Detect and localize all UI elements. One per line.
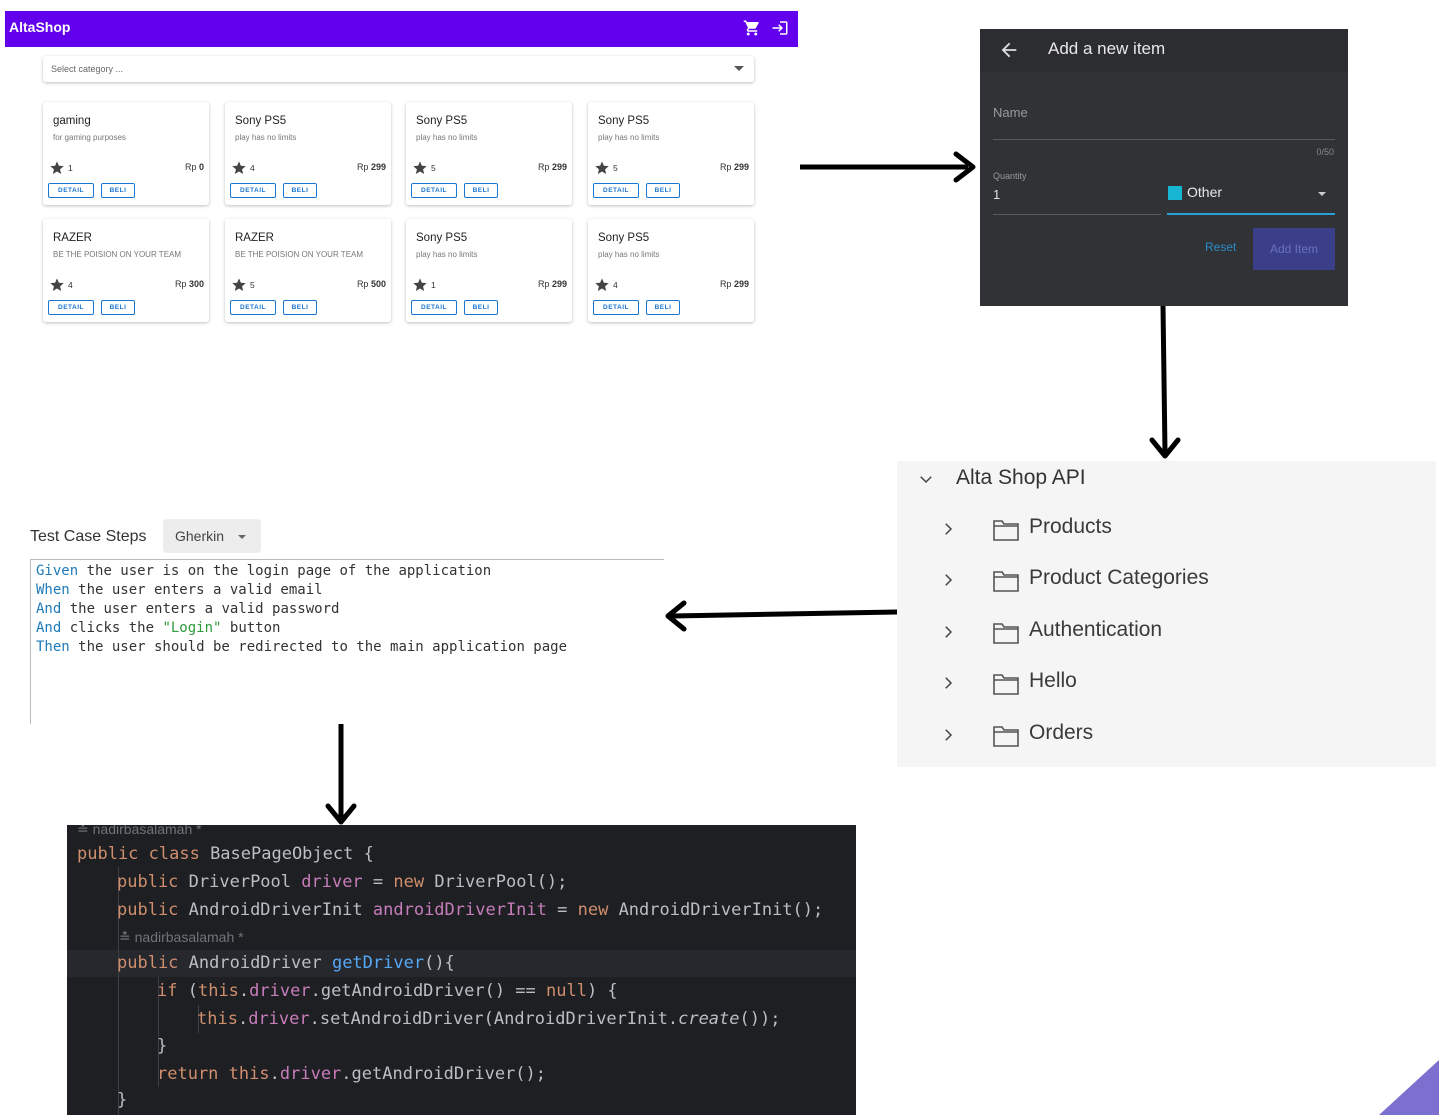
arrow-down <box>325 724 357 825</box>
flow-arrows <box>325 151 1181 825</box>
arrow-right <box>800 151 976 183</box>
arrow-down <box>1149 305 1181 459</box>
corner-decoration <box>1379 1060 1439 1115</box>
arrow-left <box>665 600 898 632</box>
